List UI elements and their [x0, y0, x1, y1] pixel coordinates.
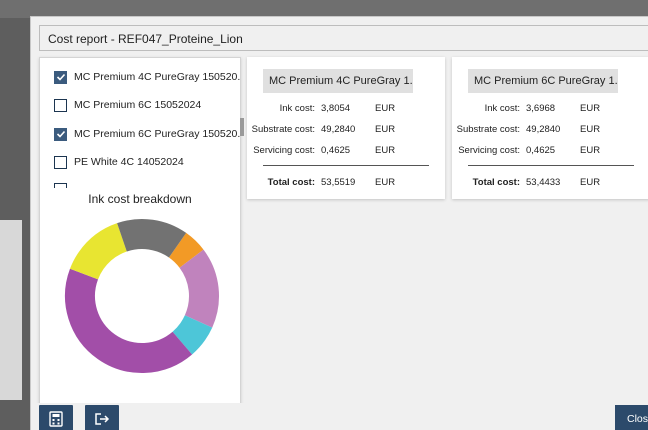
calculator-icon — [49, 411, 63, 427]
lot-item-partial[interactable] — [54, 180, 74, 188]
lot-checkbox[interactable] — [54, 70, 67, 84]
substrate-cost-row: Substrate cost: 49,2840 EUR — [247, 124, 437, 138]
substrate-cost-value: 49,2840 — [321, 124, 356, 135]
export-button[interactable] — [85, 405, 119, 430]
lot-item[interactable]: PE White 4C 14052024 — [54, 153, 184, 171]
lot-selection-panel: MC Premium 4C PureGray 150520... MC Prem… — [39, 57, 244, 405]
lot-list[interactable]: MC Premium 4C PureGray 150520... MC Prem… — [40, 58, 240, 188]
total-cost-value: 53,5519 — [321, 177, 356, 188]
substrate-cost-value: 49,2840 — [526, 124, 561, 135]
ink-cost-label: Ink cost: — [484, 103, 520, 114]
servicing-cost-row: Servicing cost: 0,4625 EUR — [452, 145, 642, 159]
servicing-cost-value: 0,4625 — [321, 145, 351, 156]
ink-cost-unit: EUR — [580, 103, 601, 114]
servicing-cost-label: Servicing cost: — [253, 145, 315, 156]
lot-checkbox[interactable] — [54, 182, 67, 188]
cost-report-dialog: Cost report - REF047_Proteine_Lion MC Pr… — [30, 16, 648, 430]
lot-checkbox[interactable] — [54, 127, 67, 141]
lot-item[interactable]: MC Premium 6C 15052024 — [54, 96, 201, 114]
total-cost-label: Total cost: — [472, 177, 520, 188]
total-cost-value: 53,4433 — [526, 177, 561, 188]
lot-label: MC Premium 4C PureGray 150520... — [74, 71, 240, 83]
servicing-cost-unit: EUR — [580, 145, 601, 156]
ink-cost-value: 3,6968 — [526, 103, 556, 114]
check-icon — [56, 130, 65, 138]
check-icon — [56, 73, 65, 81]
substrate-cost-unit: EUR — [580, 124, 601, 135]
dialog-title: Cost report - REF047_Proteine_Lion — [39, 25, 648, 51]
export-icon — [95, 413, 110, 425]
calculator-button[interactable] — [39, 405, 73, 430]
total-cost-row: Total cost: 53,4433 EUR — [452, 177, 642, 191]
cost-card: MC Premium 6C PureGray 1... Ink cost: 3,… — [452, 57, 648, 199]
cost-card: MC Premium 4C PureGray 1... Ink cost: 3,… — [247, 57, 445, 199]
lot-item[interactable]: MC Premium 6C PureGray 150520... — [54, 125, 240, 143]
substrate-cost-label: Substrate cost: — [251, 124, 315, 135]
total-cost-unit: EUR — [580, 177, 601, 188]
total-cost-unit: EUR — [375, 177, 396, 188]
ink-cost-unit: EUR — [375, 103, 396, 114]
card-header: MC Premium 4C PureGray 1... — [263, 69, 413, 93]
lot-label: PE White 4C 14052024 — [74, 156, 184, 168]
lot-label: MC Premium 6C 15052024 — [74, 99, 202, 111]
lot-label: MC Premium 6C PureGray 150520... — [74, 128, 240, 140]
lot-checkbox[interactable] — [54, 155, 67, 169]
list-scrollbar[interactable] — [240, 118, 244, 136]
ink-cost-donut-chart — [65, 219, 219, 373]
ink-cost-value: 3,8054 — [321, 103, 351, 114]
footer-bar — [31, 403, 648, 430]
chart-title: Ink cost breakdown — [88, 192, 192, 206]
ink-cost-row: Ink cost: 3,8054 EUR — [247, 103, 437, 117]
ink-cost-row: Ink cost: 3,6968 EUR — [452, 103, 642, 117]
total-separator — [263, 165, 429, 166]
ink-cost-label: Ink cost: — [279, 103, 315, 114]
lot-checkbox[interactable] — [54, 98, 67, 112]
background-panel — [0, 220, 22, 400]
servicing-cost-label: Servicing cost: — [458, 145, 520, 156]
servicing-cost-row: Servicing cost: 0,4625 EUR — [247, 145, 437, 159]
servicing-cost-unit: EUR — [375, 145, 396, 156]
substrate-cost-label: Substrate cost: — [456, 124, 520, 135]
total-cost-label: Total cost: — [267, 177, 315, 188]
substrate-cost-row: Substrate cost: 49,2840 EUR — [452, 124, 642, 138]
servicing-cost-value: 0,4625 — [526, 145, 556, 156]
total-cost-row: Total cost: 53,5519 EUR — [247, 177, 437, 191]
substrate-cost-unit: EUR — [375, 124, 396, 135]
card-header: MC Premium 6C PureGray 1... — [468, 69, 618, 93]
lot-item[interactable]: MC Premium 4C PureGray 150520... — [54, 68, 240, 86]
close-button[interactable]: Close — [615, 405, 648, 430]
total-separator — [468, 165, 634, 166]
